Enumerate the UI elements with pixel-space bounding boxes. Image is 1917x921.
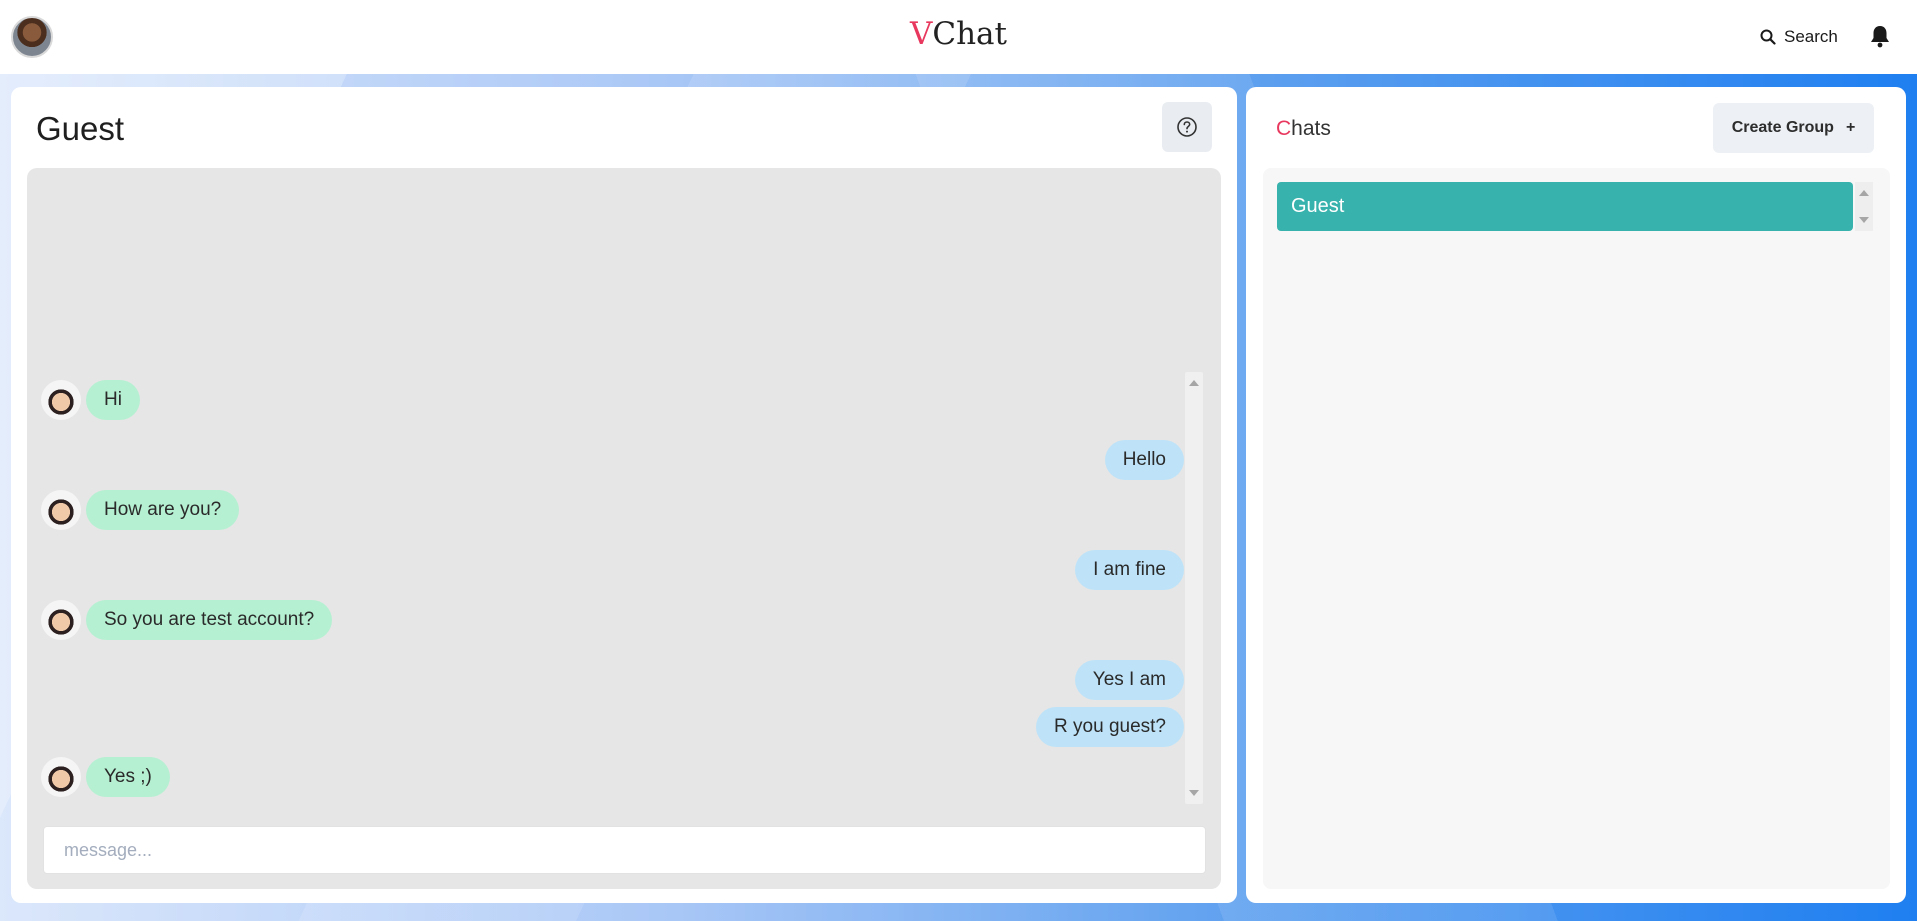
sender-avatar [41, 490, 81, 530]
scroll-up-arrow-icon[interactable] [1859, 190, 1869, 196]
chat-list: Guest [1263, 168, 1890, 889]
message-row: Hi [41, 380, 140, 420]
scroll-down-arrow-icon[interactable] [1859, 217, 1869, 223]
message-row: Yes ;) [41, 757, 170, 797]
chat-list-item-guest[interactable]: Guest [1277, 182, 1853, 231]
message-row: R you guest? [1036, 707, 1184, 747]
search-icon [1760, 29, 1776, 45]
bell-icon[interactable] [1869, 24, 1891, 48]
message-bubble-incoming: How are you? [86, 490, 240, 530]
create-group-label: Create Group [1731, 119, 1834, 136]
search-label: Search [1784, 27, 1838, 46]
message-row: I am fine [1075, 550, 1184, 590]
search-button[interactable]: Search [1760, 24, 1838, 50]
plus-icon: + [1845, 119, 1856, 136]
sender-avatar [41, 757, 81, 797]
chats-title-text: hats [1291, 117, 1331, 140]
message-input[interactable] [43, 826, 1206, 874]
message-bubble-outgoing: Yes I am [1074, 660, 1184, 700]
scroll-up-arrow-icon[interactable] [1189, 380, 1199, 386]
create-group-button[interactable]: Create Group + [1713, 103, 1874, 153]
question-circle-icon [1177, 117, 1197, 137]
sender-avatar [41, 600, 81, 640]
message-row: Yes I am [1074, 660, 1184, 700]
app-logo-text: Chat [932, 16, 1007, 52]
message-list: Hi Hello How are you? I am fine So you a… [27, 168, 1221, 889]
sender-avatar [41, 380, 81, 420]
message-bubble-outgoing: I am fine [1075, 550, 1184, 590]
message-bubble-incoming: Hi [86, 380, 140, 420]
help-button[interactable] [1162, 102, 1212, 152]
chat-list-scrollbar[interactable] [1855, 182, 1873, 231]
chat-messages-area: Hi Hello How are you? I am fine So you a… [27, 168, 1221, 889]
app-logo: VChat [0, 16, 1917, 52]
message-row: So you are test account? [41, 600, 333, 640]
app-logo-accent: V [909, 16, 933, 52]
chat-panel: Guest Hi Hello How are you? I am fine So… [11, 87, 1237, 903]
top-navbar: VChat Search [0, 0, 1917, 74]
message-row: Hello [1104, 440, 1184, 480]
message-bubble-incoming: So you are test account? [86, 600, 333, 640]
chats-panel: Chats Create Group + Guest [1246, 87, 1906, 903]
chats-title: Chats [1276, 117, 1331, 141]
messages-scrollbar[interactable] [1185, 372, 1203, 804]
message-bubble-incoming: Yes ;) [86, 757, 170, 797]
message-row: How are you? [41, 490, 240, 530]
chat-title: Guest [36, 110, 125, 147]
chats-title-accent: C [1276, 117, 1292, 140]
message-bubble-outgoing: Hello [1104, 440, 1184, 480]
scroll-down-arrow-icon[interactable] [1189, 790, 1199, 796]
message-bubble-outgoing: R you guest? [1036, 707, 1184, 747]
